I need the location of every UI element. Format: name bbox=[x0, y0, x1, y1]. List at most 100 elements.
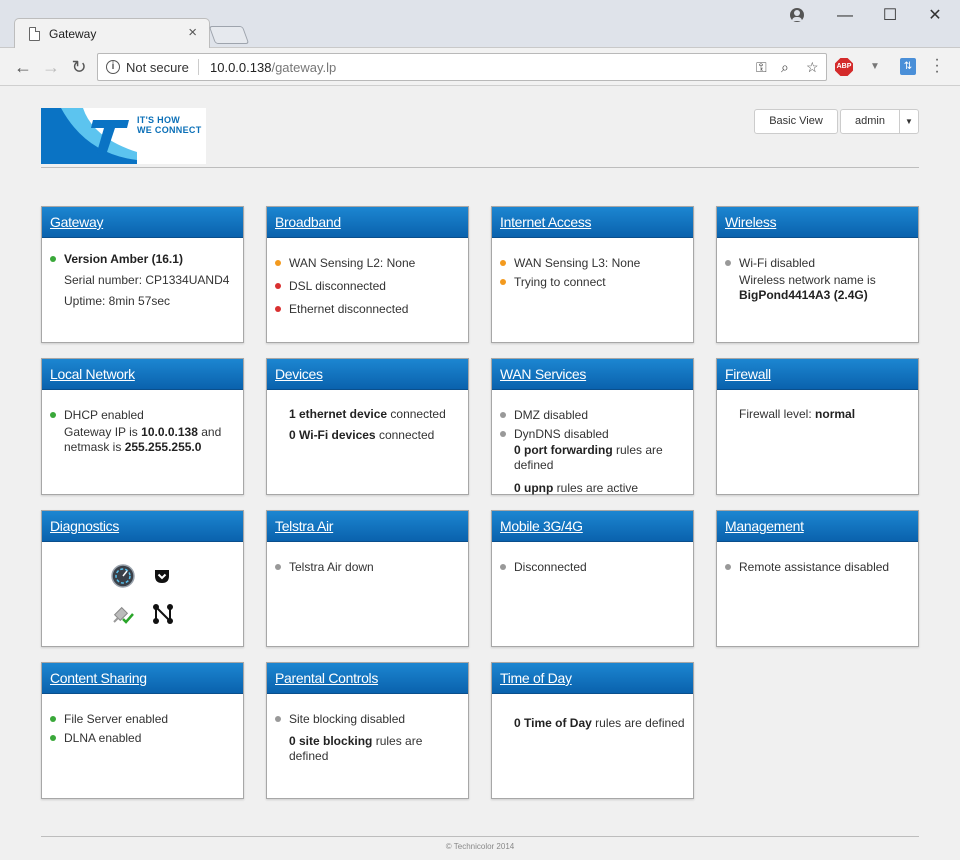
wireless-name-label: Wireless network name is bbox=[739, 273, 876, 287]
extension-icon[interactable]: ⇅ bbox=[900, 58, 916, 75]
card-title-local-network[interactable]: Local Network bbox=[50, 366, 135, 382]
netmask-label: netmask is bbox=[64, 440, 122, 454]
card-firewall[interactable]: Firewall Firewall level: normal bbox=[716, 358, 919, 495]
tab-title: Gateway bbox=[49, 27, 97, 41]
zoom-icon[interactable]: ⌕ bbox=[781, 59, 789, 76]
tab-close-icon[interactable]: × bbox=[188, 24, 197, 41]
card-title-time-of-day[interactable]: Time of Day bbox=[500, 670, 572, 686]
dsl-status: DSL disconnected bbox=[289, 279, 386, 293]
new-tab-button[interactable] bbox=[208, 26, 250, 44]
forward-icon[interactable]: → bbox=[40, 56, 62, 78]
gateway-ip: 10.0.0.138 bbox=[141, 425, 198, 439]
network-check-icon[interactable] bbox=[112, 602, 136, 626]
browser-toolbar: ← → ↻ i Not secure 10.0.0.138/gateway.lp… bbox=[0, 48, 960, 86]
firewall-level-label: Firewall level: bbox=[739, 407, 812, 421]
back-icon[interactable]: ← bbox=[12, 56, 34, 78]
site-blocking-count: 0 site blocking bbox=[289, 734, 373, 748]
card-title-management[interactable]: Management bbox=[725, 518, 804, 534]
card-broadband[interactable]: Broadband WAN Sensing L2: None DSL disco… bbox=[266, 206, 469, 343]
gateway-uptime: Uptime: 8min 57sec bbox=[64, 294, 171, 308]
logo-line-1: IT'S HOW bbox=[137, 115, 181, 125]
card-title-internet-access[interactable]: Internet Access bbox=[500, 214, 592, 230]
reload-icon[interactable]: ↻ bbox=[68, 56, 90, 78]
url-separator bbox=[198, 59, 199, 75]
card-diagnostics[interactable]: Diagnostics bbox=[41, 510, 244, 647]
card-telstra-air[interactable]: Telstra Air Telstra Air down bbox=[266, 510, 469, 647]
card-parental-controls[interactable]: Parental Controls Site blocking disabled… bbox=[266, 662, 469, 799]
wireless-ssid: BigPond4414A3 (2.4G) bbox=[739, 288, 868, 302]
gateway-ip-and: and bbox=[201, 425, 222, 439]
card-mobile[interactable]: Mobile 3G/4G Disconnected bbox=[491, 510, 694, 647]
card-title-mobile[interactable]: Mobile 3G/4G bbox=[500, 518, 583, 534]
card-content-sharing[interactable]: Content Sharing File Server enabled DLNA… bbox=[41, 662, 244, 799]
card-title-gateway[interactable]: Gateway bbox=[50, 214, 103, 230]
card-title-broadband[interactable]: Broadband bbox=[275, 214, 341, 230]
info-icon[interactable]: i bbox=[106, 60, 120, 74]
page-content: IT'S HOW WE CONNECT Basic View admin ▼ G… bbox=[0, 87, 960, 860]
profile-icon[interactable] bbox=[790, 8, 804, 22]
card-local-network[interactable]: Local Network DHCP enabled Gateway IP is… bbox=[41, 358, 244, 495]
status-dot-gray bbox=[500, 431, 506, 437]
browser-tab[interactable]: Gateway × bbox=[14, 18, 210, 48]
card-gateway[interactable]: Gateway Version Amber (16.1) Serial numb… bbox=[41, 206, 244, 343]
wifi-device-suffix: connected bbox=[378, 428, 435, 442]
status-dot-gray bbox=[725, 260, 731, 266]
card-title-firewall[interactable]: Firewall bbox=[725, 366, 771, 382]
status-dot-gray bbox=[275, 564, 281, 570]
upnp-suffix: rules are active bbox=[556, 481, 639, 495]
maximize-button[interactable]: ☐ bbox=[875, 6, 905, 26]
card-wan-services[interactable]: WAN Services DMZ disabled DynDNS disable… bbox=[491, 358, 694, 495]
status-dot-red bbox=[275, 306, 281, 312]
address-bar[interactable]: i Not secure 10.0.0.138/gateway.lp ⚿ ⌕ ☆ bbox=[97, 53, 827, 81]
card-title-wan-services[interactable]: WAN Services bbox=[500, 366, 586, 382]
card-title-wireless[interactable]: Wireless bbox=[725, 214, 777, 230]
card-title-diagnostics[interactable]: Diagnostics bbox=[50, 518, 119, 534]
card-title-devices[interactable]: Devices bbox=[275, 366, 323, 382]
status-dot-green bbox=[50, 716, 56, 722]
footer-divider bbox=[41, 836, 919, 837]
status-dot-gray bbox=[725, 564, 731, 570]
network-graph-icon[interactable] bbox=[152, 603, 174, 625]
card-management[interactable]: Management Remote assistance disabled bbox=[716, 510, 919, 647]
card-title-telstra-air[interactable]: Telstra Air bbox=[275, 518, 333, 534]
gateway-serial: Serial number: CP1334UAND4 bbox=[64, 273, 230, 287]
time-of-day-suffix: rules are defined bbox=[595, 716, 685, 730]
card-time-of-day[interactable]: Time of Day 0 Time of Day rules are defi… bbox=[491, 662, 694, 799]
wifi-device-count: 0 Wi-Fi devices bbox=[289, 428, 376, 442]
upnp-count: 0 upnp bbox=[514, 481, 554, 495]
key-icon[interactable]: ⚿ bbox=[756, 59, 767, 76]
speed-gauge-icon[interactable] bbox=[111, 564, 135, 588]
page-icon bbox=[29, 27, 40, 41]
url-text[interactable]: 10.0.0.138/gateway.lp bbox=[210, 60, 336, 75]
close-window-button[interactable]: ✕ bbox=[920, 6, 950, 26]
pocket-icon[interactable] bbox=[154, 568, 170, 584]
wifi-status: Wi-Fi disabled bbox=[739, 256, 816, 270]
telstra-air-status: Telstra Air down bbox=[289, 560, 374, 574]
telstra-logo: IT'S HOW WE CONNECT bbox=[41, 108, 206, 164]
gateway-version: Version Amber (16.1) bbox=[64, 252, 183, 266]
card-devices[interactable]: Devices 1 ethernet device connected 0 Wi… bbox=[266, 358, 469, 495]
mobile-status: Disconnected bbox=[514, 560, 587, 574]
status-dot-red bbox=[275, 283, 281, 289]
star-icon[interactable]: ☆ bbox=[806, 59, 819, 76]
user-dropdown-icon[interactable]: ▼ bbox=[899, 109, 919, 134]
minimize-button[interactable]: — bbox=[830, 6, 860, 26]
card-wireless[interactable]: Wireless Wi-Fi disabled Wireless network… bbox=[716, 206, 919, 343]
card-title-parental-controls[interactable]: Parental Controls bbox=[275, 670, 378, 686]
wan-sensing-l3: WAN Sensing L3: None bbox=[514, 256, 641, 270]
gateway-ip-label: Gateway IP is bbox=[64, 425, 138, 439]
extension-dropdown-icon[interactable]: ▼ bbox=[870, 61, 880, 72]
ethernet-device-count: 1 ethernet device bbox=[289, 407, 388, 421]
status-dot-green bbox=[50, 256, 56, 262]
file-server-status: File Server enabled bbox=[64, 712, 169, 726]
user-button[interactable]: admin bbox=[840, 109, 900, 134]
status-dot-orange bbox=[275, 260, 281, 266]
basic-view-button[interactable]: Basic View bbox=[754, 109, 838, 134]
card-title-content-sharing[interactable]: Content Sharing bbox=[50, 670, 147, 686]
abp-icon[interactable]: ABP bbox=[835, 58, 853, 76]
footer-copyright: © Technicolor 2014 bbox=[445, 842, 515, 851]
port-forwarding-count: 0 port forwarding bbox=[514, 443, 613, 457]
menu-icon[interactable]: · · · bbox=[932, 52, 942, 80]
card-internet-access[interactable]: Internet Access WAN Sensing L3: None Try… bbox=[491, 206, 694, 343]
site-blocking-status: Site blocking disabled bbox=[289, 712, 406, 726]
